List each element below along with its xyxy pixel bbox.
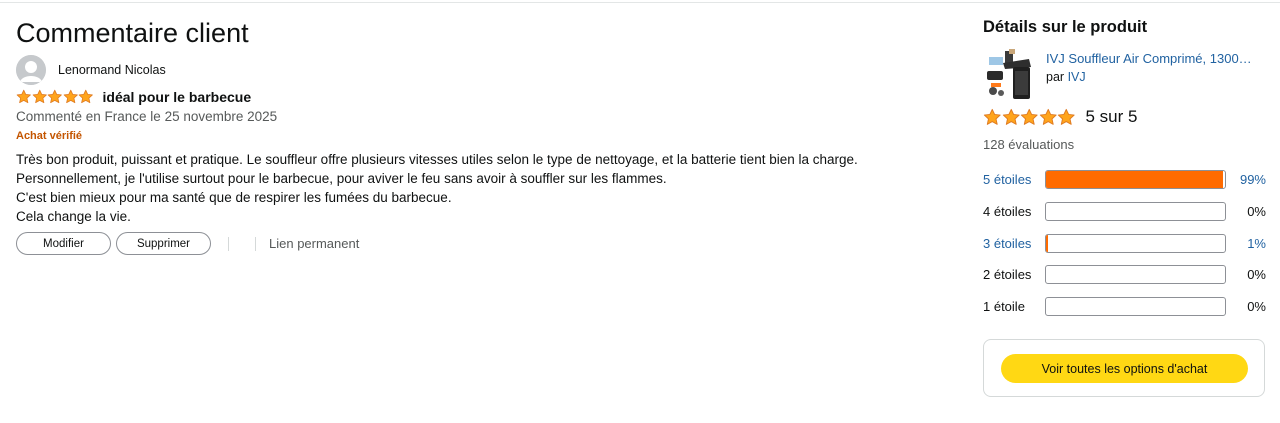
histogram-label: 4 étoiles xyxy=(983,203,1032,219)
brand-link[interactable]: IVJ xyxy=(1068,70,1086,84)
histogram-row[interactable]: 5 étoiles 99% xyxy=(983,169,1273,189)
verified-purchase-badge: Achat vérifié xyxy=(16,130,83,142)
top-divider xyxy=(0,2,1280,3)
review-rating-row: idéal pour le barbecue xyxy=(16,89,251,105)
histogram-row[interactable]: 3 étoiles 1% xyxy=(983,233,1273,253)
histogram-percent[interactable]: 99% xyxy=(1226,172,1266,187)
average-stars xyxy=(983,108,1076,127)
modify-button[interactable]: Modifier xyxy=(16,232,111,255)
histogram-percent: 0% xyxy=(1247,266,1266,282)
product-brand-line: par IVJ xyxy=(1046,70,1086,84)
average-rating-text: 5 sur 5 xyxy=(1085,107,1138,126)
review-body-line: Très bon produit, puissant et pratique. … xyxy=(16,152,858,167)
histogram-percent: 0% xyxy=(1247,298,1266,314)
star-icon xyxy=(78,90,93,104)
histogram-label: 2 étoiles xyxy=(983,266,1032,282)
histogram-percent[interactable]: 1% xyxy=(1226,236,1266,251)
delete-button[interactable]: Supprimer xyxy=(116,232,211,255)
star-icon xyxy=(47,90,62,104)
review-date: Commenté en France le 25 novembre 2025 xyxy=(16,109,278,124)
see-all-buying-options-button[interactable]: Voir toutes les options d'achat xyxy=(1001,354,1248,383)
reviewer-name[interactable]: Lenormand Nicolas xyxy=(58,63,166,77)
histogram-row: 2 étoiles 0% xyxy=(983,264,1273,284)
brand-prefix: par xyxy=(1046,70,1065,84)
histogram-bar[interactable] xyxy=(1045,169,1226,189)
review-headline[interactable]: idéal pour le barbecue xyxy=(103,89,252,105)
average-rating: 5 sur 5 xyxy=(983,107,1137,127)
star-icon xyxy=(1039,108,1057,125)
star-icon xyxy=(63,90,78,104)
histogram-bar xyxy=(1045,201,1226,221)
leaf-blower-product-image[interactable] xyxy=(985,47,1037,102)
star-icon xyxy=(32,90,47,104)
review-body-line: C'est bien mieux pour ma santé que de re… xyxy=(16,190,452,205)
histogram-fill xyxy=(1046,234,1048,252)
histogram-percent: 0% xyxy=(1247,203,1266,219)
product-details-title: Détails sur le produit xyxy=(983,18,1148,36)
histogram-bar xyxy=(1045,264,1226,284)
page-title: Commentaire client xyxy=(16,18,249,48)
histogram-label[interactable]: 5 étoiles xyxy=(983,172,1045,187)
star-icon xyxy=(16,90,31,104)
user-avatar-icon xyxy=(16,55,46,85)
ratings-count: 128 évaluations xyxy=(983,137,1075,152)
star-icon xyxy=(1002,108,1020,125)
buy-options-box: Voir toutes les options d'achat xyxy=(983,339,1265,397)
permalink-link[interactable]: Lien permanent xyxy=(269,236,359,251)
histogram-fill xyxy=(1046,170,1224,188)
review-stars xyxy=(16,89,94,105)
reviewer-profile[interactable]: Lenormand Nicolas xyxy=(16,55,166,85)
review-body: Très bon produit, puissant et pratique. … xyxy=(16,150,916,226)
star-icon xyxy=(983,108,1001,125)
action-divider xyxy=(228,236,229,251)
star-icon xyxy=(1020,108,1038,125)
star-icon xyxy=(1057,108,1075,125)
action-divider xyxy=(255,236,256,251)
histogram-label: 1 étoile xyxy=(983,298,1025,314)
review-body-line: Personnellement, je l'utilise surtout po… xyxy=(16,171,667,186)
product-name-link[interactable]: IVJ Souffleur Air Comprimé, 1300… xyxy=(1046,51,1266,66)
histogram-row: 4 étoiles 0% xyxy=(983,201,1273,221)
review-actions: Modifier Supprimer Lien permanent xyxy=(16,232,359,255)
histogram-bar xyxy=(1045,296,1226,316)
histogram-label[interactable]: 3 étoiles xyxy=(983,236,1045,251)
histogram-row: 1 étoile 0% xyxy=(983,296,1273,316)
review-body-line: Cela change la vie. xyxy=(16,209,131,224)
histogram-bar[interactable] xyxy=(1045,233,1226,253)
